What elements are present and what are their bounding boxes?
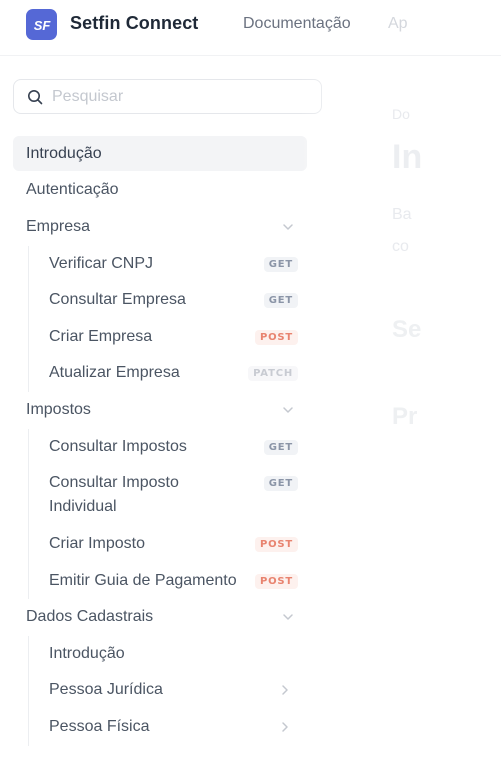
sidebar-subitem-label: Atualizar Empresa xyxy=(49,363,180,381)
sidebar-item-autenticacao[interactable]: Autenticação xyxy=(13,172,307,207)
method-badge-post: POST xyxy=(254,537,298,552)
sidebar-subitem-label: Criar Empresa xyxy=(49,327,153,345)
chevron-down-icon[interactable] xyxy=(282,221,294,233)
sidebar-subitem-label: Consultar Empresa xyxy=(49,290,186,308)
sidebar-fade-overlay xyxy=(300,57,370,758)
sidebar-group-impostos[interactable]: Impostos xyxy=(13,392,307,427)
sidebar-subitem-dados-introducao[interactable]: Introdução xyxy=(36,636,302,671)
sidebar-subitem-consultar-impostos[interactable]: Consultar Impostos GET xyxy=(36,429,302,464)
sidebar-subitem-label: Consultar Imposto Individual xyxy=(49,474,179,515)
method-badge-patch: PATCH xyxy=(248,366,298,381)
sidebar-subitem-criar-empresa[interactable]: Criar Empresa POST xyxy=(36,319,302,354)
method-badge-post: POST xyxy=(254,574,298,589)
sidebar-subitem-consultar-imposto-individual[interactable]: Consultar Imposto Individual GET xyxy=(36,471,302,520)
tree-guide-line xyxy=(28,429,29,599)
sidebar-group-empresa[interactable]: Empresa xyxy=(13,209,307,244)
sidebar-subitem-pessoa-juridica[interactable]: Pessoa Jurídica xyxy=(36,672,302,707)
logo-mark-icon: SF xyxy=(33,18,51,33)
sidebar-subitem-label: Introdução xyxy=(49,644,125,662)
nav-link-api[interactable]: Ap xyxy=(388,15,408,33)
main-content: Do In Ba co Se Pr xyxy=(380,56,501,758)
chevron-down-icon[interactable] xyxy=(282,404,294,416)
chevron-right-icon[interactable] xyxy=(280,721,290,733)
tree-guide-line xyxy=(28,636,29,746)
method-badge-post: POST xyxy=(254,330,298,345)
sidebar-subitem-criar-imposto[interactable]: Criar Imposto POST xyxy=(36,526,302,561)
logo[interactable]: SF xyxy=(26,9,57,40)
sidebar-subitem-emitir-guia[interactable]: Emitir Guia de Pagamento POST xyxy=(36,563,302,598)
method-badge-get: GET xyxy=(263,440,298,455)
sidebar-item-introducao[interactable]: Introdução xyxy=(13,136,307,171)
intro-paragraph-line: Ba xyxy=(392,206,412,223)
search-input[interactable] xyxy=(52,87,292,106)
method-badge-get: GET xyxy=(263,476,298,491)
page-title: In xyxy=(392,138,423,176)
sidebar-subitem-atualizar-empresa[interactable]: Atualizar Empresa PATCH xyxy=(36,355,302,390)
chevron-right-icon[interactable] xyxy=(280,684,290,696)
sidebar-subitem-label: Criar Imposto xyxy=(49,534,146,552)
breadcrumb: Do xyxy=(392,106,410,122)
sidebar-item-label: Introdução xyxy=(26,144,102,162)
search-icon xyxy=(28,89,43,104)
sidebar-subitem-verificar-cnpj[interactable]: Verificar CNPJ GET xyxy=(36,246,302,281)
sidebar-subitem-label: Verificar CNPJ xyxy=(49,254,154,272)
sidebar-subitem-pessoa-fisica[interactable]: Pessoa Física xyxy=(36,709,302,744)
section-heading: Pr xyxy=(392,403,418,430)
sidebar: Introdução Autenticação Empresa Verifica… xyxy=(0,57,370,758)
chevron-down-icon[interactable] xyxy=(282,611,294,623)
search-box[interactable] xyxy=(13,79,322,114)
sidebar-item-label: Autenticação xyxy=(26,180,119,198)
sidebar-group-dados-cadastrais[interactable]: Dados Cadastrais xyxy=(13,599,307,634)
nav-link-documentacao[interactable]: Documentação xyxy=(243,15,351,33)
svg-text:SF: SF xyxy=(33,18,51,33)
tree-guide-line xyxy=(28,246,29,392)
sidebar-subitem-label: Consultar Impostos xyxy=(49,437,187,455)
sidebar-subitem-label: Emitir Guia de Pagamento xyxy=(49,571,237,589)
section-heading: Se xyxy=(392,316,422,343)
sidebar-subitem-label: Pessoa Física xyxy=(49,717,150,735)
sidebar-subitem-consultar-empresa[interactable]: Consultar Empresa GET xyxy=(36,282,302,317)
sidebar-group-label: Impostos xyxy=(26,400,91,418)
intro-paragraph-line: co xyxy=(392,238,409,255)
sidebar-subitem-label: Pessoa Jurídica xyxy=(49,680,163,698)
method-badge-get: GET xyxy=(263,293,298,308)
method-badge-get: GET xyxy=(263,257,298,272)
brand-name[interactable]: Setfin Connect xyxy=(70,13,198,34)
sidebar-group-label: Empresa xyxy=(26,217,91,235)
top-bar: SF Setfin Connect Documentação Ap xyxy=(0,0,501,56)
sidebar-group-label: Dados Cadastrais xyxy=(26,607,154,625)
